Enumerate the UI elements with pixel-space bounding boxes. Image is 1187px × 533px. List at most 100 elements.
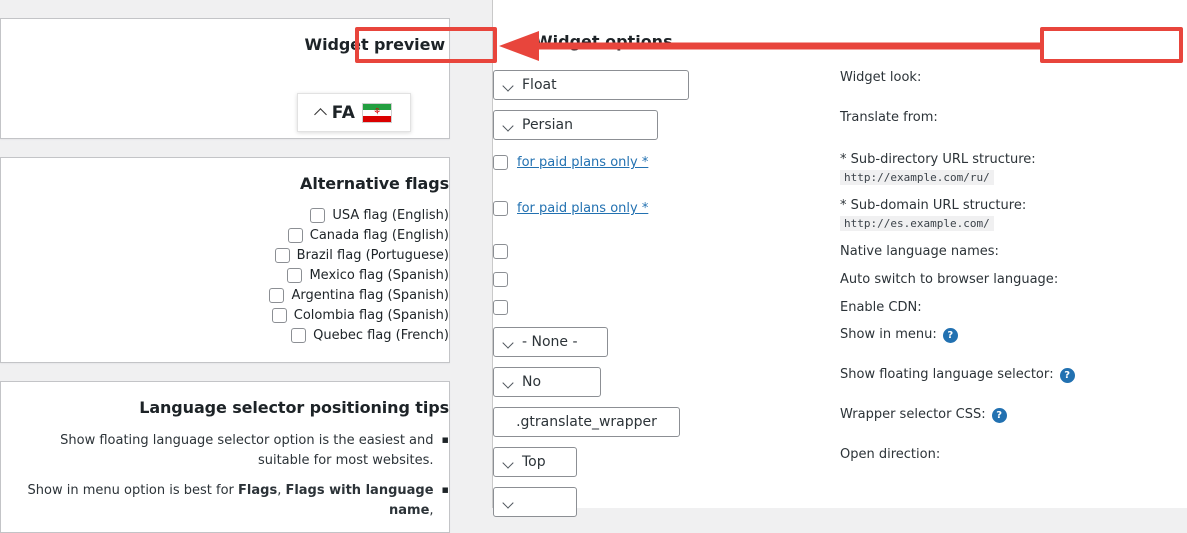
checkbox-auto-switch[interactable] xyxy=(493,272,508,287)
form-row-show-floating-selector: :Show floating language selector ? No xyxy=(493,367,1173,397)
select-widget-look[interactable]: Float xyxy=(493,70,689,100)
tip-text: Show floating language selector option i… xyxy=(60,433,434,469)
alternative-flags-title: Alternative flags xyxy=(300,174,449,193)
label-sub-domain-url: :Sub-domain URL structure * http://es.ex… xyxy=(801,198,1173,231)
form-row-translate-from: :Translate from Persian xyxy=(493,110,1173,140)
label-text: :Sub-directory URL structure * xyxy=(840,152,1036,167)
chevron-down-icon xyxy=(502,80,514,92)
checkbox-sub-domain-url[interactable] xyxy=(493,201,508,216)
tip-text-bold-flags-with-name: Flags with language name xyxy=(285,483,434,519)
tip-text-bold-flags: Flags xyxy=(238,483,278,499)
label-translate-from: :Translate from xyxy=(801,110,1173,125)
list-item: Canada flag (English) xyxy=(11,227,449,244)
list-item: Brazil flag (Portuguese) xyxy=(11,247,449,264)
positioning-tips-title: Language selector positioning tips xyxy=(139,398,449,417)
select-next-partial[interactable] xyxy=(493,487,577,517)
select-value: No xyxy=(522,374,542,390)
flag-option-label: Mexico flag (Spanish) xyxy=(309,268,449,283)
label-sub-directory-url: :Sub-directory URL structure * http://ex… xyxy=(801,152,1173,185)
select-value: Float xyxy=(522,77,557,93)
help-icon[interactable]: ? xyxy=(942,328,958,343)
form-row-widget-look: :Widget look Float xyxy=(493,70,1173,100)
checkbox-native-language-names[interactable] xyxy=(493,244,508,259)
flag-option-checkbox[interactable] xyxy=(271,308,287,323)
help-icon[interactable]: ? xyxy=(991,408,1007,423)
select-show-in-menu[interactable]: - None - xyxy=(493,327,608,357)
bullet-icon: ▪ xyxy=(441,483,449,497)
language-selector-widget[interactable]: FA ⚘ xyxy=(297,93,411,132)
bullet-icon: ▪ xyxy=(441,433,449,446)
select-value: Top xyxy=(522,454,546,470)
list-item: Quebec flag (French) xyxy=(11,327,449,344)
flag-option-checkbox[interactable] xyxy=(310,208,326,223)
label-text: :Sub-domain URL structure * xyxy=(840,198,1027,213)
tip-text: Show in menu option is best for Flags, F… xyxy=(11,481,434,521)
flag-option-checkbox[interactable] xyxy=(269,288,285,303)
label-text: :Native language names xyxy=(840,244,999,259)
flag-option-label: Colombia flag (Spanish) xyxy=(293,308,449,323)
form-row-wrapper-selector-css: :Wrapper selector CSS ? gtranslate_wrapp… xyxy=(493,407,1173,437)
input-value: gtranslate_wrapper. xyxy=(516,414,657,430)
tip-text-suffix: , xyxy=(429,503,434,519)
settings-page: Widget preview FA ⚘ Alternative flags US… xyxy=(0,0,1187,533)
flag-option-label: Quebec flag (French) xyxy=(313,328,449,343)
label-show-floating-selector: :Show floating language selector ? xyxy=(801,367,1173,383)
code-hint-sub-directory: http://example.com/ru/ xyxy=(840,170,994,185)
label-auto-switch: :Auto switch to browser language xyxy=(801,272,1173,287)
list-item: Colombia flag (Spanish) xyxy=(11,307,449,324)
checkbox-sub-directory-url[interactable] xyxy=(493,155,508,170)
chevron-down-icon xyxy=(502,337,514,349)
label-native-language-names: :Native language names xyxy=(801,244,1173,259)
tip-item: ▪ Show in menu option is best for Flags,… xyxy=(1,481,449,521)
chevron-up-icon xyxy=(313,107,327,121)
label-text: :Wrapper selector CSS xyxy=(840,407,986,422)
flag-option-checkbox[interactable] xyxy=(274,248,290,263)
form-row-native-language-names: :Native language names xyxy=(493,244,1173,259)
help-icon[interactable]: ? xyxy=(1059,368,1075,383)
chevron-down-icon xyxy=(502,377,514,389)
label-text: :Enable CDN xyxy=(840,300,922,315)
label-text: :Show floating language selector xyxy=(840,367,1054,382)
flag-option-checkbox[interactable] xyxy=(287,268,303,283)
select-value: - None - xyxy=(522,334,578,350)
chevron-down-icon xyxy=(502,457,514,469)
chevron-down-icon xyxy=(502,497,514,509)
form-row-sub-domain-url: :Sub-domain URL structure * http://es.ex… xyxy=(493,198,1173,231)
label-wrapper-selector-css: :Wrapper selector CSS ? xyxy=(801,407,1173,423)
paid-plans-link-sub-domain[interactable]: for paid plans only * xyxy=(517,201,648,216)
widget-preview-title: Widget preview xyxy=(304,35,446,54)
widget-language-code: FA xyxy=(331,102,356,123)
label-open-direction: :Open direction xyxy=(801,447,1173,462)
select-translate-from[interactable]: Persian xyxy=(493,110,658,140)
form-row-enable-cdn: :Enable CDN xyxy=(493,300,1173,315)
label-text: :Show in menu xyxy=(840,327,937,342)
checkbox-enable-cdn[interactable] xyxy=(493,300,508,315)
chevron-down-icon xyxy=(502,120,514,132)
label-text: :Auto switch to browser language xyxy=(840,272,1059,287)
paid-plans-link-sub-directory[interactable]: for paid plans only * xyxy=(517,155,648,170)
label-show-in-menu: :Show in menu ? xyxy=(801,327,1173,343)
flag-option-label: Argentina flag (Spanish) xyxy=(291,288,449,303)
select-open-direction[interactable]: Top xyxy=(493,447,577,477)
form-row-auto-switch: :Auto switch to browser language xyxy=(493,272,1173,287)
select-value: Persian xyxy=(522,117,573,133)
list-item: Mexico flag (Spanish) xyxy=(11,267,449,284)
alternative-flags-card: Alternative flags USA flag (English) Can… xyxy=(0,157,450,363)
flag-option-checkbox[interactable] xyxy=(287,228,303,243)
widget-preview-column: Widget preview FA ⚘ Alternative flags US… xyxy=(0,0,492,533)
code-hint-sub-domain: http://es.example.com/ xyxy=(840,216,994,231)
label-text: :Open direction xyxy=(840,447,941,462)
widget-options-title: Widget options xyxy=(535,32,673,51)
label-text: :Translate from xyxy=(840,110,938,125)
input-wrapper-selector-css[interactable]: gtranslate_wrapper. xyxy=(493,407,680,437)
flag-option-checkbox[interactable] xyxy=(291,328,307,343)
tip-text-prefix: Show in menu option is best for xyxy=(27,483,239,499)
widget-options-column: Widget options :Widget look Float :Trans… xyxy=(493,0,1187,517)
widget-options-form: :Widget look Float :Translate from Persi… xyxy=(493,18,1187,517)
select-show-floating-selector[interactable]: No xyxy=(493,367,601,397)
label-widget-look: :Widget look xyxy=(801,70,1173,85)
flag-option-label: Canada flag (English) xyxy=(309,228,449,243)
flag-option-label: Brazil flag (Portuguese) xyxy=(296,248,449,263)
alternative-flags-list: USA flag (English) Canada flag (English)… xyxy=(1,207,449,344)
label-enable-cdn: :Enable CDN xyxy=(801,300,1173,315)
